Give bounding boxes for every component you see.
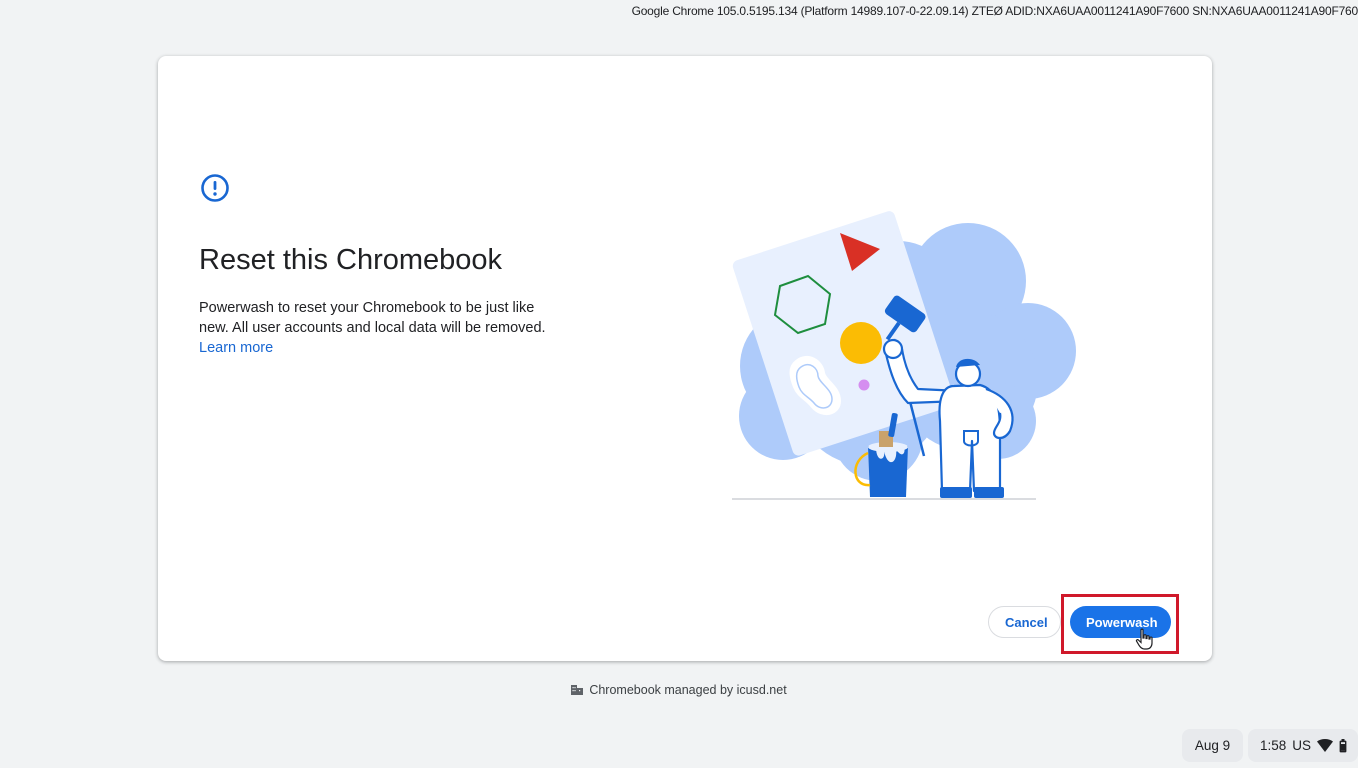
powerwash-button[interactable]: Powerwash <box>1070 606 1171 638</box>
clock-time: 1:58 <box>1260 738 1287 753</box>
page-title: Reset this Chromebook <box>199 244 503 276</box>
cancel-button[interactable]: Cancel <box>988 606 1061 638</box>
reset-description: Powerwash to reset your Chromebook to be… <box>199 300 546 336</box>
input-method-label: US <box>1292 738 1312 753</box>
version-info: Google Chrome 105.0.5195.134 (Platform 1… <box>631 4 1358 18</box>
battery-icon <box>1339 738 1347 752</box>
managed-text: Chromebook managed by icusd.net <box>589 683 787 697</box>
alert-icon <box>201 174 229 202</box>
date-label: Aug 9 <box>1194 738 1231 753</box>
reset-dialog: Reset this Chromebook Powerwash to reset… <box>158 56 1212 661</box>
wifi-icon <box>1317 739 1334 752</box>
status-tray[interactable]: 1:58 US <box>1248 729 1358 762</box>
learn-more-link[interactable]: Learn more <box>199 338 273 358</box>
building-icon <box>571 685 584 695</box>
powerwash-illustration <box>732 211 1076 500</box>
managed-notice: Chromebook managed by icusd.net <box>0 683 1358 697</box>
date-tray[interactable]: Aug 9 <box>1182 729 1243 762</box>
